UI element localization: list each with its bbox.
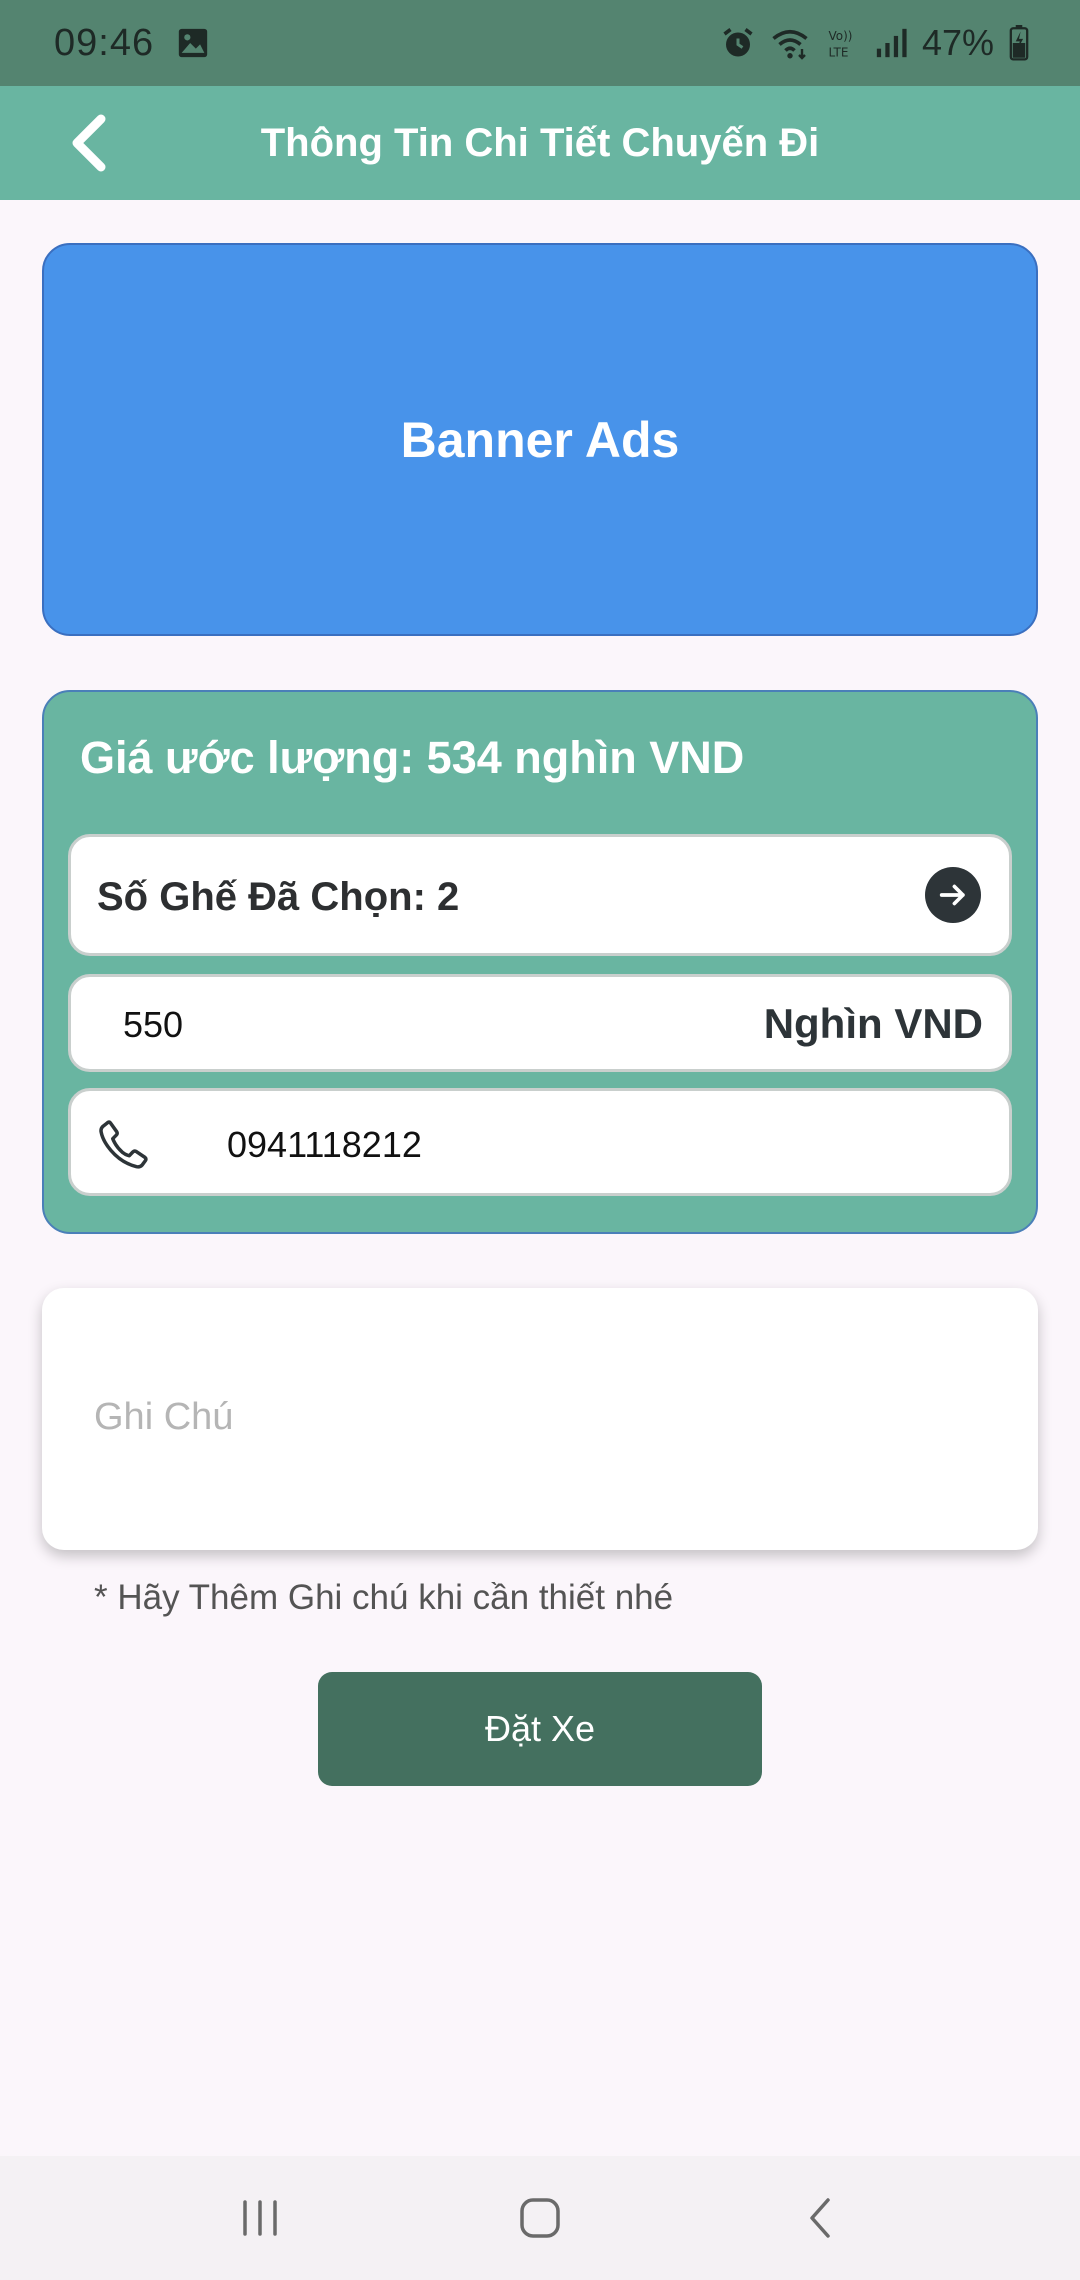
notes-field[interactable] <box>94 1396 974 1439</box>
price-unit: Nghìn VND <box>763 1000 983 1047</box>
battery-percent: 47% <box>921 22 994 63</box>
selected-seats-label: Số Ghế Đã Chọn: 2 <box>97 875 460 919</box>
back-icon <box>810 2198 830 2238</box>
recent-apps-icon <box>243 2200 277 2236</box>
status-left: 09:46 <box>54 22 210 65</box>
phone-icon <box>95 1117 151 1173</box>
app-bar: Thông Tin Chi Tiết Chuyến Đi <box>0 86 1080 200</box>
status-time: 09:46 <box>54 21 155 64</box>
estimated-price: Giá ước lượng: 534 nghìn VND <box>80 732 745 783</box>
page-title: Thông Tin Chi Tiết Chuyến Đi <box>260 120 820 165</box>
back-button[interactable] <box>56 110 122 176</box>
signal-icon <box>874 26 908 60</box>
banner-ad-text: Banner Ads <box>400 411 680 468</box>
status-right: Vo)) LTE 47% <box>720 22 1030 64</box>
gallery-icon <box>176 26 210 60</box>
book-ride-button[interactable]: Đặt Xe <box>318 1672 762 1786</box>
home-button[interactable] <box>480 2173 600 2263</box>
alarm-icon <box>720 25 756 61</box>
nav-back-button[interactable] <box>760 2173 880 2263</box>
selected-seats-row[interactable]: Số Ghế Đã Chọn: 2 <box>68 834 1012 956</box>
price-input[interactable]: 550 Nghìn VND <box>68 974 1012 1072</box>
phone-value: 0941118212 <box>227 1124 422 1165</box>
chevron-left-icon <box>72 114 106 172</box>
notes-box <box>42 1288 1038 1550</box>
banner-ad[interactable]: Banner Ads <box>42 243 1038 636</box>
home-icon <box>520 2198 560 2238</box>
wifi-icon <box>770 25 810 61</box>
system-nav-bar <box>0 2156 1080 2280</box>
battery-icon <box>1008 25 1030 61</box>
svg-text:Vo)): Vo)) <box>828 29 852 43</box>
notes-hint: * Hãy Thêm Ghi chú khi cần thiết nhé <box>94 1578 674 1617</box>
arrow-right-circle-icon[interactable] <box>925 867 981 923</box>
recent-apps-button[interactable] <box>200 2173 320 2263</box>
trip-details-card: Giá ước lượng: 534 nghìn VND Số Ghế Đã C… <box>42 690 1038 1234</box>
price-value: 550 <box>123 1004 184 1045</box>
status-bar: 09:46 Vo)) LTE 47% <box>0 0 1080 86</box>
volte-icon: Vo)) LTE <box>824 25 860 61</box>
phone-input[interactable]: 0941118212 <box>68 1088 1012 1196</box>
svg-text:LTE: LTE <box>828 46 848 60</box>
